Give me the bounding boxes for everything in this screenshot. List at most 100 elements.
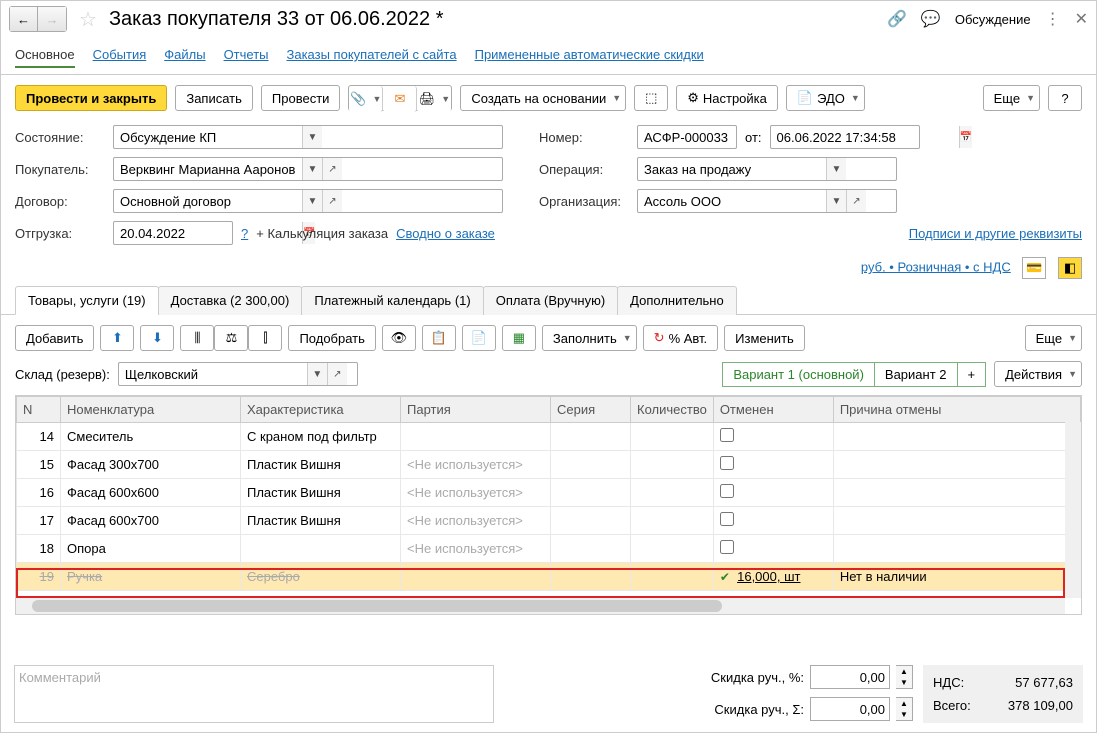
cell-cancelled[interactable] xyxy=(713,423,833,451)
cell-cancelled[interactable]: 16,000, шт xyxy=(713,563,833,591)
discount-pct-input[interactable] xyxy=(810,665,890,689)
warehouse-input[interactable] xyxy=(119,363,307,385)
tab-events[interactable]: События xyxy=(93,43,147,68)
change-button[interactable]: Изменить xyxy=(724,325,805,351)
shipment-help-link[interactable]: ? xyxy=(241,226,248,241)
cell-cancelled[interactable] xyxy=(713,535,833,563)
open-icon[interactable]: ↗ xyxy=(846,190,866,212)
step-down-icon[interactable]: ▼ xyxy=(896,709,912,720)
step-up-icon[interactable]: ▲ xyxy=(896,666,912,677)
print-button[interactable]: 🖨▼ xyxy=(417,86,451,112)
table-row[interactable]: 16Фасад 600x600Пластик Вишня<Не использу… xyxy=(17,479,1081,507)
table-more-button[interactable]: Еще▼ xyxy=(1025,325,1082,351)
contract-input[interactable] xyxy=(114,190,302,212)
open-icon[interactable]: ↗ xyxy=(322,190,342,212)
cell-cancelled[interactable] xyxy=(713,479,833,507)
save-button[interactable]: Записать xyxy=(175,85,253,111)
discussion-label[interactable]: Обсуждение xyxy=(955,12,1031,27)
col-series[interactable]: Серия xyxy=(551,397,631,423)
tab-main[interactable]: Основное xyxy=(15,43,75,68)
paste-button[interactable]: 📄 xyxy=(462,325,496,351)
variant2-button[interactable]: Вариант 2 xyxy=(875,362,958,387)
more-button[interactable]: Еще▼ xyxy=(983,85,1040,111)
calculation-link[interactable]: + Калькуляция заказа xyxy=(256,226,388,241)
tab-discounts[interactable]: Примененные автоматические скидки xyxy=(475,43,704,68)
tab-payment-schedule[interactable]: Платежный календарь (1) xyxy=(301,286,483,315)
copy-button[interactable]: 📋 xyxy=(422,325,456,351)
col-n[interactable]: N xyxy=(17,397,61,423)
table-row[interactable]: 14СмесительС краном под фильтр xyxy=(17,423,1081,451)
tab-site-orders[interactable]: Заказы покупателей с сайта xyxy=(287,43,457,68)
barcode-button[interactable]: ⫼ xyxy=(180,325,214,351)
actions-button[interactable]: Действия▼ xyxy=(994,361,1082,387)
scanner-button[interactable]: ⫿ xyxy=(248,325,282,351)
move-up-button[interactable]: ⬆ xyxy=(100,325,134,351)
col-cancelled[interactable]: Отменен xyxy=(713,397,833,423)
help-button[interactable]: ? xyxy=(1048,85,1082,111)
dropdown-icon[interactable]: ▼ xyxy=(302,126,322,148)
open-icon[interactable]: ↗ xyxy=(322,158,342,180)
dropdown-icon[interactable]: ▼ xyxy=(302,190,322,212)
close-icon[interactable]: ✕ xyxy=(1075,9,1088,29)
step-down-icon[interactable]: ▼ xyxy=(896,677,912,688)
structure-button[interactable]: ⬚ xyxy=(634,85,668,111)
dropdown-icon[interactable]: ▼ xyxy=(826,158,846,180)
operation-input[interactable] xyxy=(638,158,826,180)
customer-input[interactable] xyxy=(114,158,302,180)
post-close-button[interactable]: Провести и закрыть xyxy=(15,85,167,111)
bookmark-icon[interactable]: ◧ xyxy=(1058,257,1082,279)
card-icon[interactable]: 💳 xyxy=(1022,257,1046,279)
signatures-link[interactable]: Подписи и другие реквизиты xyxy=(909,226,1082,241)
tab-reports[interactable]: Отчеты xyxy=(224,43,269,68)
tab-delivery[interactable]: Доставка (2 300,00) xyxy=(158,286,303,315)
tab-payment[interactable]: Оплата (Вручную) xyxy=(483,286,618,315)
table-row[interactable]: 18Опора<Не используется> xyxy=(17,535,1081,563)
horizontal-scrollbar[interactable] xyxy=(16,598,1065,614)
fill-button[interactable]: Заполнить▼ xyxy=(542,325,637,351)
open-icon[interactable]: ↗ xyxy=(327,363,347,385)
link-icon[interactable]: 🔗 xyxy=(887,9,907,29)
auto-percent-button[interactable]: ↻ % Авт. xyxy=(643,325,719,351)
post-button[interactable]: Провести xyxy=(261,85,341,111)
email-button[interactable]: ✉ xyxy=(383,86,417,112)
dropdown-icon[interactable]: ▼ xyxy=(302,158,322,180)
table-row[interactable]: 15Фасад 300x700Пластик Вишня<Не использу… xyxy=(17,451,1081,479)
tab-files[interactable]: Файлы xyxy=(164,43,205,68)
col-reason[interactable]: Причина отмены xyxy=(833,397,1080,423)
currency-link[interactable]: руб. • Розничная • с НДС xyxy=(861,259,1011,274)
pick-button[interactable]: Подобрать xyxy=(288,325,375,351)
import-button[interactable]: ▦ xyxy=(502,325,536,351)
favorite-star-icon[interactable]: ☆ xyxy=(79,7,97,32)
org-input[interactable] xyxy=(638,190,826,212)
tab-extra[interactable]: Дополнительно xyxy=(617,286,737,315)
nav-back-button[interactable]: ← xyxy=(10,7,38,31)
tab-goods[interactable]: Товары, услуги (19) xyxy=(15,286,159,315)
dropdown-icon[interactable]: ▼ xyxy=(826,190,846,212)
attach-button[interactable]: 📎▼ xyxy=(349,86,383,112)
move-down-button[interactable]: ⬇ xyxy=(140,325,174,351)
date-input[interactable] xyxy=(771,126,959,148)
add-variant-button[interactable]: + xyxy=(958,362,987,387)
add-row-button[interactable]: Добавить xyxy=(15,325,94,351)
step-up-icon[interactable]: ▲ xyxy=(896,698,912,709)
create-based-button[interactable]: Создать на основании▼ xyxy=(460,85,626,111)
col-char[interactable]: Характеристика xyxy=(241,397,401,423)
col-qty[interactable]: Количество xyxy=(631,397,714,423)
more-icon[interactable]: ⋮ xyxy=(1045,9,1061,29)
dropdown-icon[interactable]: ▼ xyxy=(307,363,327,385)
vertical-scrollbar[interactable] xyxy=(1065,422,1081,598)
discount-sum-input[interactable] xyxy=(810,697,890,721)
summary-link[interactable]: Сводно о заказе xyxy=(396,226,495,241)
cell-cancelled[interactable] xyxy=(713,451,833,479)
calendar-icon[interactable]: 📅 xyxy=(959,126,972,148)
view-button[interactable]: 👁 xyxy=(382,325,416,351)
scales-button[interactable]: ⚖ xyxy=(214,325,248,351)
table-row[interactable]: 19РучкаСеребро 16,000, штНет в наличии xyxy=(17,563,1081,591)
col-name[interactable]: Номенклатура xyxy=(61,397,241,423)
settings-button[interactable]: ⚙ Настройка xyxy=(676,85,778,111)
edo-button[interactable]: 📄 ЭДО▼ xyxy=(786,85,865,111)
col-batch[interactable]: Партия xyxy=(401,397,551,423)
status-input[interactable] xyxy=(114,126,302,148)
table-row[interactable]: 17Фасад 600x700Пластик Вишня<Не использу… xyxy=(17,507,1081,535)
variant1-button[interactable]: Вариант 1 (основной) xyxy=(722,362,875,387)
